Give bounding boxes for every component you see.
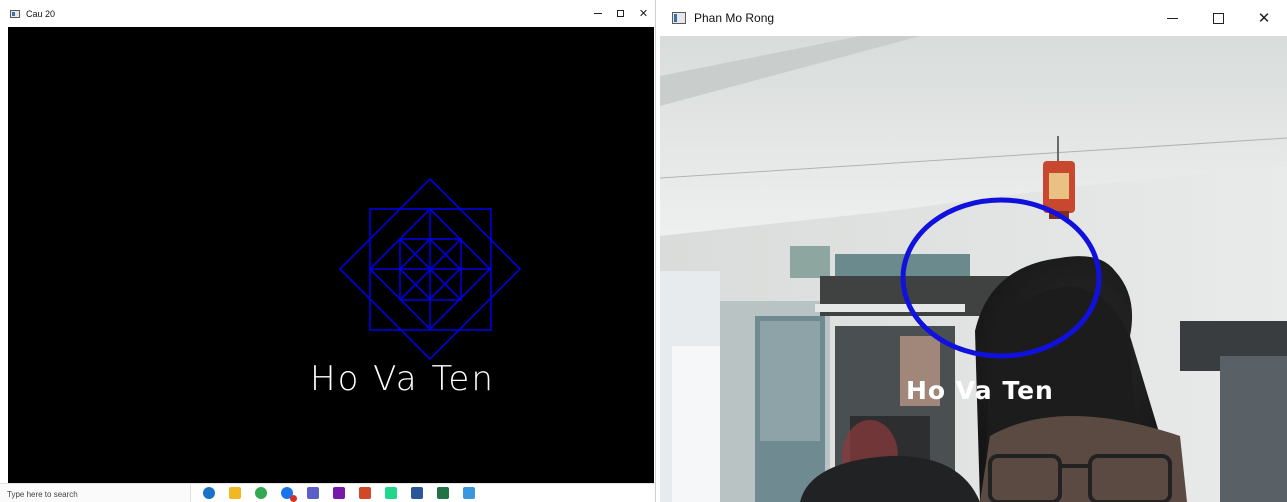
chrome-badge-icon[interactable] (281, 487, 297, 502)
close-icon: ✕ (1257, 10, 1271, 27)
geometric-pattern (338, 177, 522, 361)
close-button[interactable]: ✕ (1241, 0, 1287, 36)
taskbar (0, 483, 655, 502)
word-icon[interactable] (411, 487, 423, 499)
overlay-name-text: Ho Va Ten (906, 376, 1054, 405)
minimize-icon (1166, 17, 1178, 19)
window-controls: ✕ (586, 0, 655, 27)
overlay-name-text: Ho Va Ten (310, 359, 495, 399)
close-icon: ✕ (638, 8, 649, 20)
window-title: Cau 20 (26, 8, 56, 19)
maximize-button[interactable] (1195, 0, 1241, 36)
titlebar[interactable]: Phan Mo Rong ✕ (660, 0, 1287, 36)
window-app-icon (672, 12, 686, 24)
excel-icon[interactable] (437, 487, 449, 499)
webcam-feed: Ho Va Ten (660, 36, 1287, 502)
maximize-icon (1212, 12, 1224, 24)
window-controls: ✕ (1149, 0, 1287, 36)
window-title: Phan Mo Rong (694, 11, 775, 25)
notification-badge (290, 495, 297, 502)
minimize-button[interactable] (1149, 0, 1195, 36)
cau20-window: Cau 20 ✕ Ho Va Ten (0, 0, 656, 502)
file-explorer-icon[interactable] (229, 487, 241, 499)
taskbar-search[interactable] (0, 484, 191, 502)
close-button[interactable]: ✕ (632, 0, 655, 27)
powerpoint-icon[interactable] (359, 487, 371, 499)
phan-mo-rong-window: Phan Mo Rong ✕ Ho Va Ten (660, 0, 1287, 502)
minimize-button[interactable] (586, 0, 609, 27)
taskbar-apps (196, 484, 482, 502)
titlebar[interactable]: Cau 20 ✕ (0, 0, 655, 27)
window-app-icon (10, 9, 20, 18)
drawing-canvas: Ho Va Ten (8, 27, 654, 483)
webcam-frame-image (660, 36, 1287, 502)
chrome-icon[interactable] (255, 487, 267, 499)
edge-icon[interactable] (203, 487, 215, 499)
search-input[interactable] (0, 485, 187, 502)
onenote-icon[interactable] (333, 487, 345, 499)
vscode-icon[interactable] (463, 487, 475, 499)
maximize-icon (617, 10, 624, 17)
minimize-icon (593, 13, 602, 14)
teams-icon[interactable] (304, 484, 322, 502)
maximize-button[interactable] (609, 0, 632, 27)
pycharm-icon[interactable] (385, 487, 397, 499)
